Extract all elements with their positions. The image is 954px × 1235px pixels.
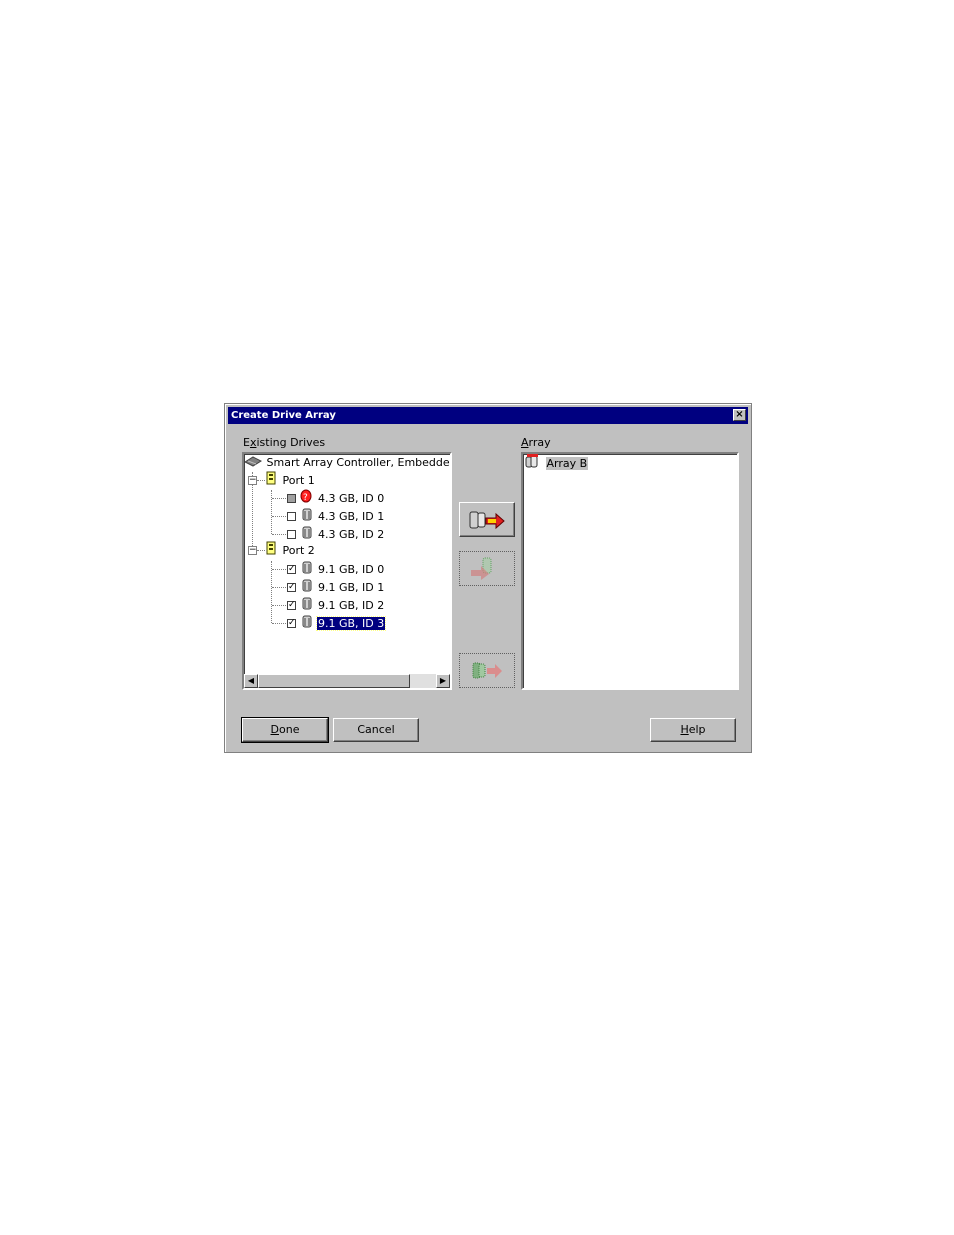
done-button[interactable]: Done — [241, 717, 329, 743]
add-drive-to-array-icon — [466, 508, 508, 535]
help-mnemonic: H — [680, 723, 689, 736]
drive-checkbox[interactable]: ✓ — [287, 619, 296, 628]
tree-item-port-2[interactable]: Port 2 — [264, 541, 316, 558]
tree-item-drive[interactable]: ✓ 9.1 GB, ID 2 — [287, 596, 385, 613]
help-rest: elp — [688, 723, 706, 736]
tree-line — [272, 534, 288, 535]
tree-line — [272, 569, 288, 570]
array-list-item[interactable]: Array B — [524, 454, 589, 473]
tree-line — [272, 623, 288, 624]
tree-line — [271, 561, 272, 623]
tree-line — [272, 605, 288, 606]
drive-icon — [300, 578, 314, 597]
add-drive-button[interactable] — [459, 502, 515, 537]
tree-item-port-1[interactable]: Port 1 — [264, 471, 316, 488]
title-bar[interactable]: Create Drive Array × — [228, 407, 748, 424]
tree-item-drive-selected[interactable]: ✓ 9.1 GB, ID 3 — [287, 614, 387, 633]
remove-drive-button[interactable] — [459, 551, 515, 586]
controller-label: Smart Array Controller, Embedded S — [266, 456, 452, 469]
close-button[interactable]: × — [733, 409, 746, 421]
existing-drives-label-prefix: E — [243, 436, 250, 449]
drive-checkbox[interactable] — [287, 494, 296, 503]
done-mnemonic: D — [270, 723, 279, 736]
failed-drive-icon: ? — [300, 489, 314, 508]
drive-icon — [300, 507, 314, 526]
drive-checkbox[interactable] — [287, 530, 296, 539]
move-drive-icon — [467, 658, 507, 687]
tree-item-drive[interactable]: 4.3 GB, ID 1 — [287, 507, 385, 524]
tree-item-drive[interactable]: 4.3 GB, ID 2 — [287, 525, 385, 542]
array-item-label: Array B — [545, 456, 589, 470]
drive-label: 4.3 GB, ID 0 — [318, 491, 385, 505]
scroll-left-arrow-icon[interactable]: ◀ — [244, 674, 258, 688]
cancel-button[interactable]: Cancel — [333, 718, 419, 742]
array-label: Array — [521, 436, 551, 449]
drive-label: 9.1 GB, ID 3 — [315, 615, 387, 631]
array-icon — [524, 454, 542, 473]
tree-line — [272, 498, 288, 499]
create-drive-array-dialog: Create Drive Array × Existing Drives Sma… — [224, 403, 752, 753]
port-icon — [264, 471, 278, 490]
array-label-rest: rray — [528, 436, 551, 449]
drive-label: 4.3 GB, ID 2 — [318, 527, 385, 541]
drive-checkbox[interactable]: ✓ — [287, 565, 296, 574]
drive-icon — [300, 614, 314, 633]
port-icon — [264, 541, 278, 560]
drive-label: 9.1 GB, ID 2 — [318, 598, 385, 612]
window-title: Create Drive Array — [231, 410, 336, 421]
port-1-label: Port 1 — [282, 473, 315, 487]
move-drive-button[interactable] — [459, 653, 515, 688]
remove-drive-icon — [467, 556, 507, 585]
svg-text:?: ? — [303, 493, 308, 503]
horizontal-scrollbar[interactable]: ◀ ▶ — [244, 674, 450, 688]
tree-item-drive[interactable]: ? 4.3 GB, ID 0 — [287, 489, 385, 506]
done-rest: one — [279, 723, 300, 736]
tree-item-controller[interactable]: Smart Array Controller, Embedded S — [244, 454, 452, 472]
drive-label: 4.3 GB, ID 1 — [318, 509, 385, 523]
tree-item-drive[interactable]: ✓ 9.1 GB, ID 0 — [287, 560, 385, 577]
drive-icon — [300, 596, 314, 615]
tree-item-drive[interactable]: ✓ 9.1 GB, ID 1 — [287, 578, 385, 595]
existing-drives-label-rest: isting Drives — [256, 436, 326, 449]
drive-icon — [300, 560, 314, 579]
array-list[interactable]: Array B — [521, 452, 739, 690]
array-label-mnemonic: A — [521, 436, 529, 449]
tree-line — [272, 587, 288, 588]
collapse-port-2-toggle[interactable]: − — [248, 546, 257, 555]
drive-checkbox[interactable] — [287, 512, 296, 521]
scroll-right-arrow-icon[interactable]: ▶ — [436, 674, 450, 688]
controller-icon — [244, 455, 263, 472]
drive-checkbox[interactable]: ✓ — [287, 601, 296, 610]
drive-checkbox[interactable]: ✓ — [287, 583, 296, 592]
tree-line — [272, 516, 288, 517]
collapse-port-1-toggle[interactable]: − — [248, 476, 257, 485]
existing-drives-tree[interactable]: Smart Array Controller, Embedded S − Por… — [242, 452, 452, 690]
scrollbar-thumb[interactable] — [258, 674, 410, 688]
drive-label: 9.1 GB, ID 0 — [318, 562, 385, 576]
port-2-label: Port 2 — [282, 543, 315, 557]
existing-drives-label: Existing Drives — [243, 436, 325, 449]
tree-line — [271, 490, 272, 534]
drive-label: 9.1 GB, ID 1 — [318, 580, 385, 594]
help-button[interactable]: Help — [650, 718, 736, 742]
